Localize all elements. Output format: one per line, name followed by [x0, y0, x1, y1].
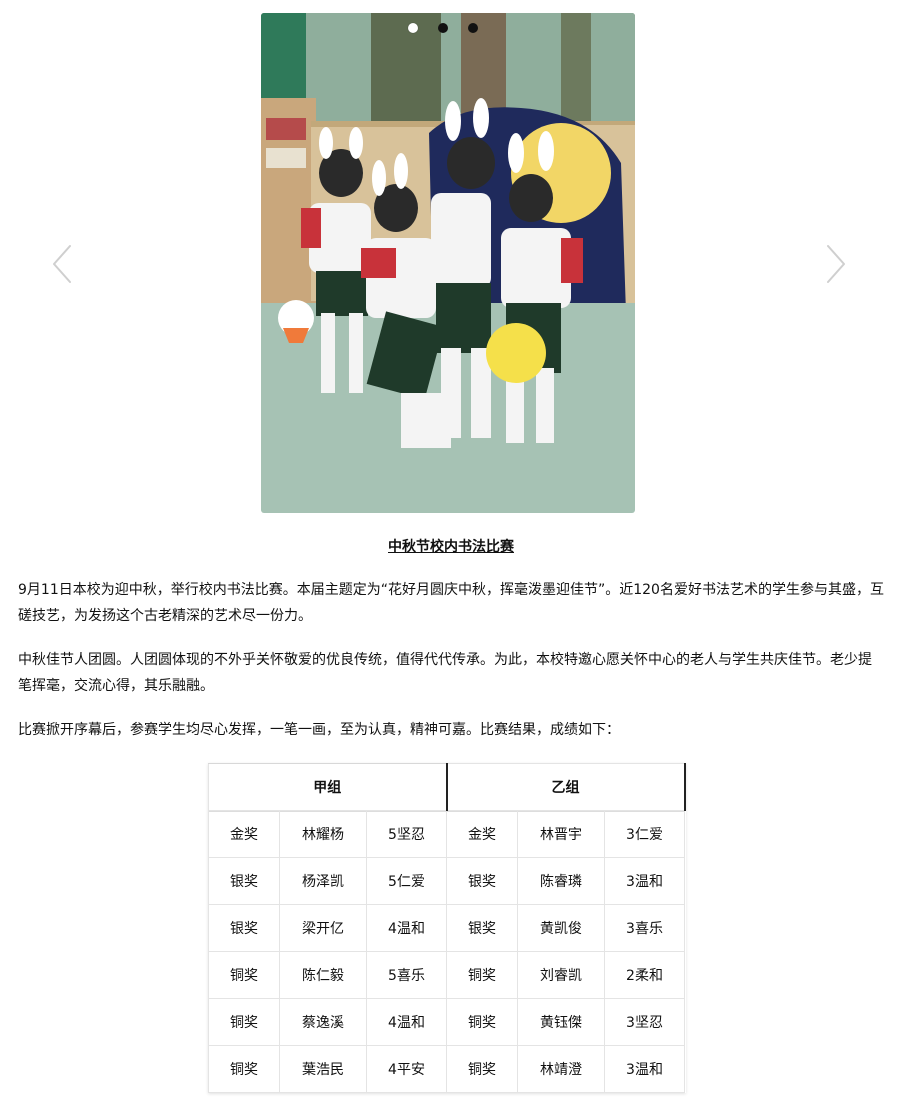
name-b-cell: 林靖澄	[517, 1045, 605, 1093]
table-row: 银奖 杨泽凯 5仁爱 银奖 陈睿璘 3温和	[208, 857, 685, 905]
class-a-cell: 5仁爱	[366, 857, 447, 905]
article-paragraph-3: 比赛掀开序幕后，参赛学生均尽心发挥，一笔一画，至为认真，精神可嘉。比赛结果，成绩…	[18, 722, 620, 738]
name-a-cell: 林耀杨	[279, 810, 367, 858]
results-table: 甲组 乙组 金奖 林耀杨 5坚忍 金奖 林晋宇 3仁爱 银奖 杨泽凯 5仁爱 银奖 陈睿璘 3温和 银奖…	[208, 763, 686, 1093]
name-a-cell: 陈仁毅	[279, 951, 367, 999]
name-b-cell: 黄凯俊	[517, 904, 605, 952]
award-a-cell: 铜奖	[208, 998, 280, 1046]
award-b-cell: 银奖	[446, 904, 518, 952]
award-b-cell: 金奖	[446, 810, 518, 858]
class-a-cell: 5坚忍	[366, 810, 447, 858]
name-a-cell: 杨泽凯	[279, 857, 367, 905]
photo-carousel	[0, 0, 902, 520]
name-a-cell: 葉浩民	[279, 1045, 367, 1093]
name-a-cell: 蔡逸溪	[279, 998, 367, 1046]
award-b-cell: 铜奖	[446, 998, 518, 1046]
table-row: 铜奖 陈仁毅 5喜乐 铜奖 刘睿凯 2柔和	[208, 951, 685, 999]
carousel-dot-3[interactable]	[468, 23, 478, 33]
table-row: 金奖 林耀杨 5坚忍 金奖 林晋宇 3仁爱	[208, 810, 685, 858]
class-b-cell: 3坚忍	[604, 998, 685, 1046]
class-a-cell: 4温和	[366, 904, 447, 952]
article-title: 中秋节校内书法比赛	[388, 539, 514, 555]
carousel-photo	[261, 13, 635, 513]
award-a-cell: 铜奖	[208, 951, 280, 999]
class-a-cell: 4平安	[366, 1045, 447, 1093]
award-a-cell: 银奖	[208, 904, 280, 952]
results-header-row: 甲组 乙组	[208, 763, 686, 811]
award-a-cell: 铜奖	[208, 1045, 280, 1093]
award-b-cell: 铜奖	[446, 951, 518, 999]
carousel-dot-2[interactable]	[438, 23, 448, 33]
name-b-cell: 黄钰傑	[517, 998, 605, 1046]
table-row: 银奖 梁开亿 4温和 银奖 黄凯俊 3喜乐	[208, 904, 685, 952]
class-b-cell: 2柔和	[604, 951, 685, 999]
award-a-cell: 银奖	[208, 857, 280, 905]
class-b-cell: 3温和	[604, 857, 685, 905]
carousel-next-button[interactable]	[820, 243, 850, 285]
photo-students-mid-autumn-image	[261, 13, 635, 513]
name-b-cell: 刘睿凯	[517, 951, 605, 999]
carousel-dot-1[interactable]	[408, 23, 418, 33]
name-a-cell: 梁开亿	[279, 904, 367, 952]
class-b-cell: 3喜乐	[604, 904, 685, 952]
group-b-header: 乙组	[446, 763, 686, 811]
class-b-cell: 3温和	[604, 1045, 685, 1093]
name-b-cell: 林晋宇	[517, 810, 605, 858]
class-b-cell: 3仁爱	[604, 810, 685, 858]
results-body: 金奖 林耀杨 5坚忍 金奖 林晋宇 3仁爱 银奖 杨泽凯 5仁爱 银奖 陈睿璘 3温和 银奖 梁开亿 4温和…	[208, 810, 685, 1093]
table-row: 铜奖 葉浩民 4平安 铜奖 林靖澄 3温和	[208, 1045, 685, 1093]
class-a-cell: 5喜乐	[366, 951, 447, 999]
article-paragraph-2: 中秋佳节人团圆。人团圆体现的不外乎关怀敬爱的优良传统，值得代代传承。为此，本校特…	[18, 652, 872, 694]
article-paragraph-1: 9月11日本校为迎中秋，举行校内书法比赛。本届主题定为“花好月圆庆中秋，挥毫泼墨…	[18, 582, 884, 624]
award-b-cell: 银奖	[446, 857, 518, 905]
chevron-right-icon	[826, 244, 846, 284]
award-a-cell: 金奖	[208, 810, 280, 858]
class-a-cell: 4温和	[366, 998, 447, 1046]
name-b-cell: 陈睿璘	[517, 857, 605, 905]
award-b-cell: 铜奖	[446, 1045, 518, 1093]
table-row: 铜奖 蔡逸溪 4温和 铜奖 黄钰傑 3坚忍	[208, 998, 685, 1046]
carousel-dots	[408, 22, 478, 34]
group-a-header: 甲组	[208, 763, 448, 811]
carousel-prev-button[interactable]	[48, 243, 78, 285]
chevron-left-icon	[52, 244, 72, 284]
